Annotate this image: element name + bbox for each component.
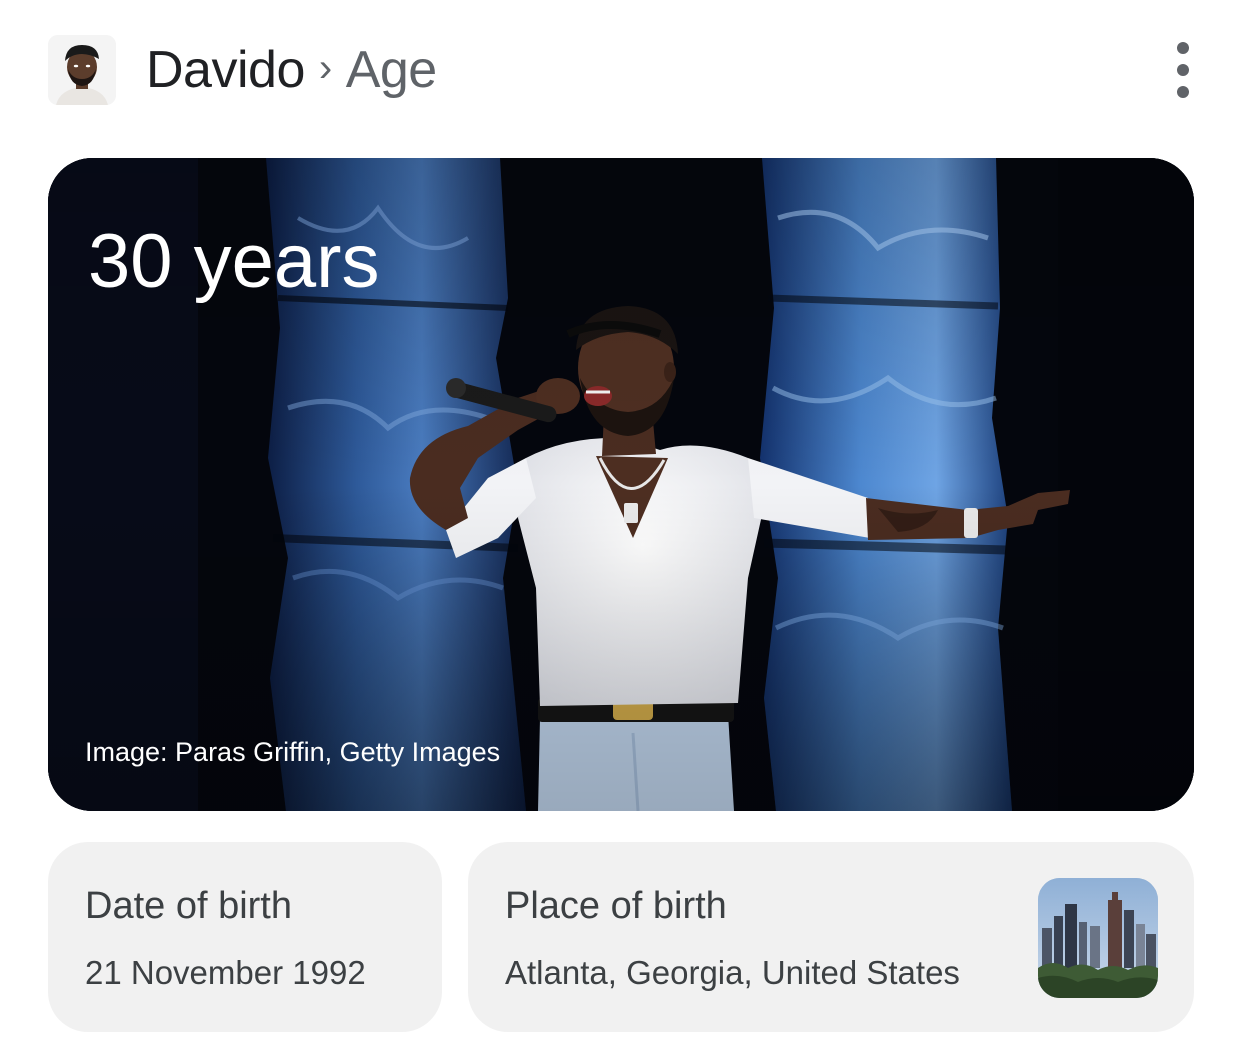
image-credit[interactable]: Image: Paras Griffin, Getty Images xyxy=(85,736,500,768)
more-dot xyxy=(1177,86,1189,98)
date-of-birth-label: Date of birth xyxy=(85,885,292,927)
breadcrumb-separator: › xyxy=(318,46,332,90)
header: Davido › Age xyxy=(48,30,1202,110)
place-of-birth-thumbnail[interactable] xyxy=(1038,878,1158,998)
date-of-birth-card[interactable]: Date of birth 21 November 1992 xyxy=(48,842,442,1032)
date-of-birth-value: 21 November 1992 xyxy=(85,954,366,991)
more-dot xyxy=(1177,42,1189,54)
entity-name[interactable]: Davido xyxy=(146,44,305,96)
more-dot xyxy=(1177,64,1189,76)
attribute-name: Age xyxy=(345,41,438,99)
age-value: 30 years xyxy=(88,219,380,304)
more-vert-icon[interactable] xyxy=(1168,42,1198,98)
page-title: Davido › Age xyxy=(146,36,437,104)
age-hero-card[interactable]: 30 years Image: Paras Griffin, Getty Ima… xyxy=(48,158,1194,811)
place-of-birth-card[interactable]: Place of birth Atlanta, Georgia, United … xyxy=(468,842,1194,1032)
place-of-birth-label: Place of birth xyxy=(505,885,727,927)
place-of-birth-value: Atlanta, Georgia, United States xyxy=(505,954,960,991)
entity-avatar[interactable] xyxy=(48,35,116,105)
